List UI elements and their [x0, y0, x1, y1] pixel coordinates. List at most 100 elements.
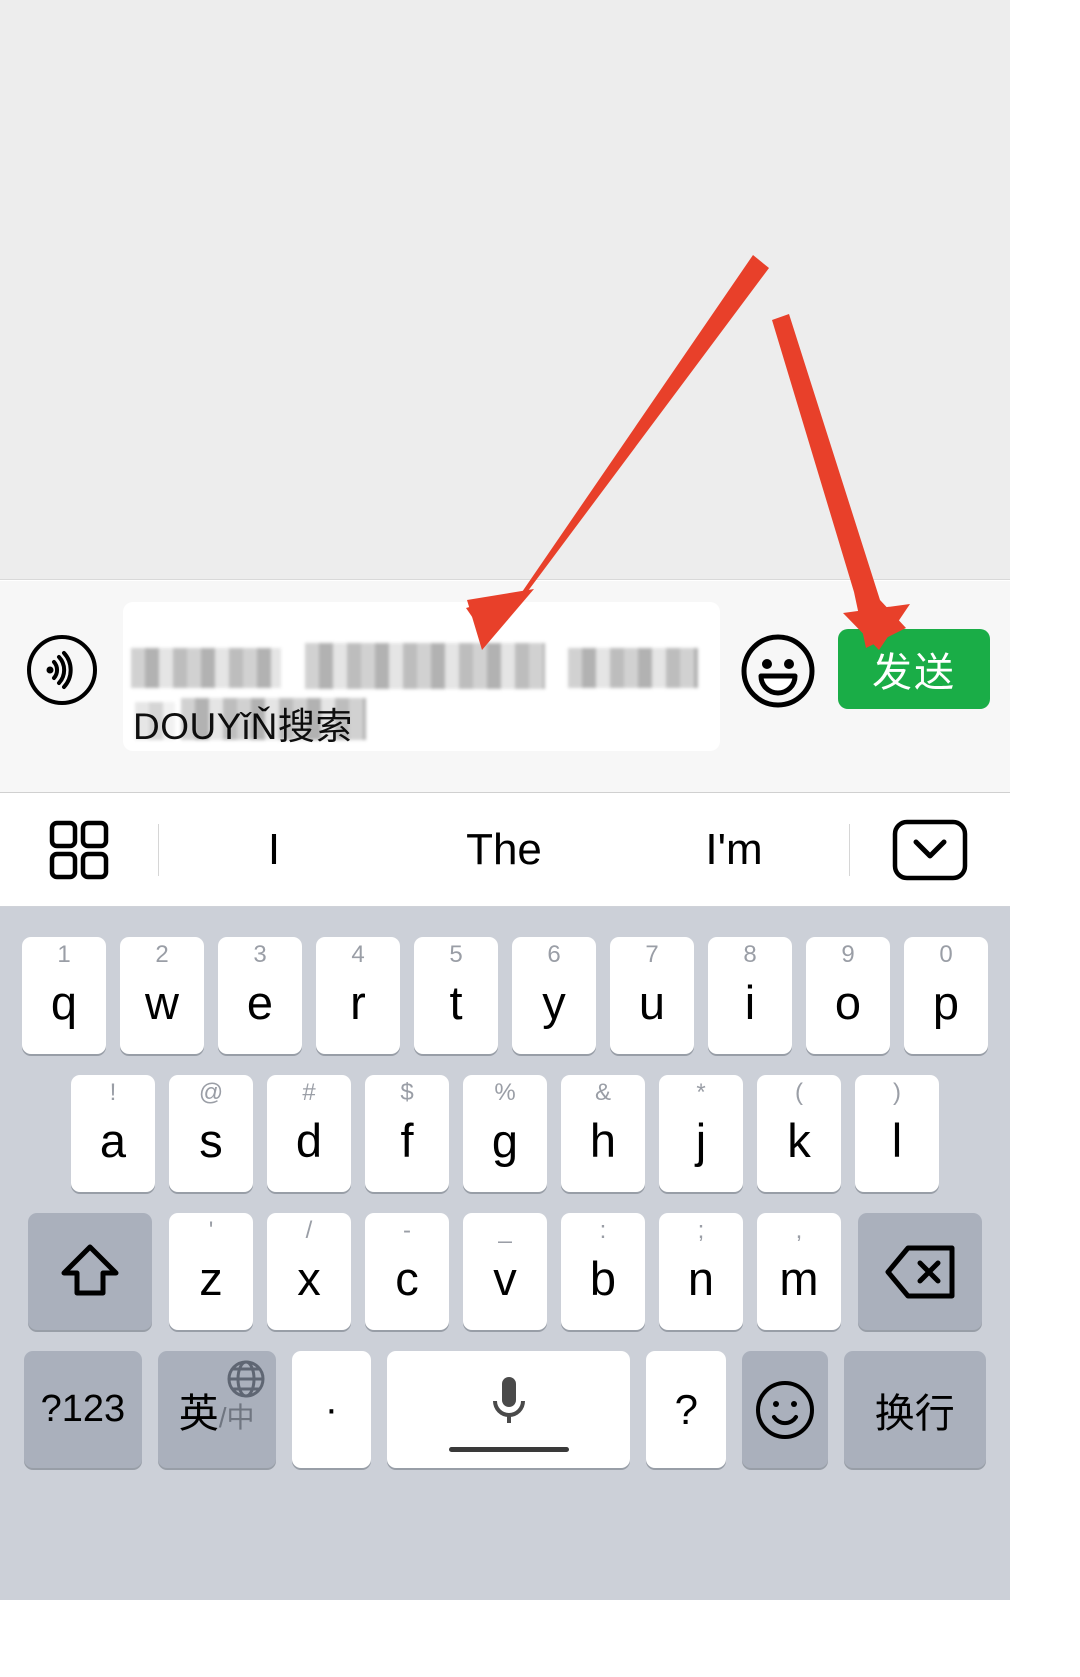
key-d[interactable]: # d [267, 1075, 351, 1192]
key-alt-label: 6 [547, 941, 561, 968]
right-gutter [1010, 0, 1080, 1677]
redaction-block [131, 648, 281, 688]
redaction-block [305, 643, 545, 689]
suggestion-word-2[interactable]: The [389, 825, 619, 875]
key-alt-label: 5 [449, 941, 463, 968]
key-alt-label: 2 [155, 941, 169, 968]
key-label: g [491, 1114, 519, 1167]
lang-separator: / [218, 1401, 227, 1433]
question-mark-key[interactable]: ? [646, 1351, 727, 1468]
key-label: t [449, 976, 463, 1029]
suggestion-word-1[interactable]: I [159, 825, 389, 875]
period-key[interactable]: · [291, 1351, 372, 1468]
key-e[interactable]: 3e [218, 937, 302, 1054]
emoji-picker-button[interactable] [740, 633, 816, 709]
key-g[interactable]: % g [463, 1075, 547, 1192]
microphone-icon [492, 1376, 525, 1423]
key-alt-label: ( [795, 1079, 803, 1106]
smiley-face-icon [741, 634, 815, 708]
key-s[interactable]: @ s [169, 1075, 253, 1192]
key-label: z [199, 1252, 223, 1305]
key-label: f [400, 1114, 414, 1167]
key-alt-label: - [403, 1217, 411, 1244]
key-p[interactable]: 0p [904, 937, 988, 1054]
send-button[interactable]: 发送 [838, 629, 990, 709]
keyboard-apps-button[interactable] [0, 819, 158, 881]
chat-message-area [0, 0, 1010, 580]
key-label: k [787, 1114, 811, 1167]
key-m[interactable]: ,m [757, 1213, 841, 1330]
key-i[interactable]: 8i [708, 937, 792, 1054]
newline-key[interactable]: 换行 [843, 1351, 987, 1468]
message-text-input[interactable]: DOUYǐŇ搜索 [123, 602, 720, 751]
key-alt-label: ; [697, 1217, 705, 1244]
keyboard-row-3: ' z / x -c _ v :b ; n ,m [0, 1213, 1010, 1330]
key-q[interactable]: 1q [22, 937, 106, 1054]
backspace-key[interactable] [858, 1213, 982, 1330]
key-alt-label: $ [400, 1079, 414, 1106]
key-label: m [779, 1252, 819, 1305]
key-o[interactable]: 9o [806, 937, 890, 1054]
key-b[interactable]: :b [561, 1213, 645, 1330]
key-label: s [199, 1114, 223, 1167]
voice-wave-icon [27, 635, 97, 705]
key-label: x [297, 1252, 321, 1305]
space-key[interactable] [387, 1351, 631, 1468]
key-alt-label: 1 [57, 941, 71, 968]
emoji-keyboard-key[interactable] [742, 1351, 828, 1468]
key-alt-label: @ [198, 1079, 224, 1106]
numeric-symbols-key[interactable]: ?123 [24, 1351, 142, 1468]
key-t[interactable]: 5t [414, 937, 498, 1054]
key-alt-label: 3 [253, 941, 267, 968]
key-label: w [145, 976, 179, 1029]
hide-keyboard-button[interactable] [850, 819, 1010, 881]
key-c[interactable]: -c [365, 1213, 449, 1330]
key-f[interactable]: $ f [365, 1075, 449, 1192]
key-label: u [638, 976, 666, 1029]
keyboard-suggestion-bar: I The I'm [0, 794, 1010, 907]
key-a[interactable]: ! a [71, 1075, 155, 1192]
key-alt-label: * [696, 1079, 706, 1106]
globe-icon [227, 1360, 264, 1398]
backspace-delete-icon [885, 1245, 955, 1298]
key-l[interactable]: ) l [855, 1075, 939, 1192]
onscreen-keyboard: 1q 2w 3e 4r 5t 6y 7u 8i 9o 0p ! a @ s # d $… [0, 907, 1010, 1600]
key-alt-label: ' [208, 1217, 214, 1244]
suggestion-word-3[interactable]: I'm [619, 825, 849, 875]
key-alt-label: % [494, 1079, 516, 1106]
redaction-block [135, 702, 175, 740]
key-label: h [589, 1114, 617, 1167]
shift-arrow-up-icon [61, 1244, 119, 1295]
key-r[interactable]: 4r [316, 937, 400, 1054]
grid-apps-icon [49, 820, 109, 880]
key-k[interactable]: (k [757, 1075, 841, 1192]
key-w[interactable]: 2w [120, 937, 204, 1054]
key-label: j [695, 1114, 707, 1167]
key-v[interactable]: _ v [463, 1213, 547, 1330]
key-alt-label: # [302, 1079, 316, 1106]
key-alt-label: 0 [939, 941, 953, 968]
key-label: l [891, 1114, 903, 1167]
key-x[interactable]: / x [267, 1213, 351, 1330]
key-z[interactable]: ' z [169, 1213, 253, 1330]
key-h[interactable]: & h [561, 1075, 645, 1192]
lang-secondary: 中 [226, 1401, 255, 1433]
voice-input-button[interactable] [26, 634, 98, 706]
key-alt-label: & [594, 1079, 611, 1106]
key-label: r [350, 976, 366, 1029]
shift-key[interactable] [28, 1213, 152, 1330]
key-j[interactable]: * j [659, 1075, 743, 1192]
key-alt-label: 4 [351, 941, 365, 968]
key-n[interactable]: ; n [659, 1213, 743, 1330]
key-y[interactable]: 6y [512, 937, 596, 1054]
key-label: i [744, 976, 756, 1029]
space-key-underline [448, 1447, 569, 1452]
key-label: n [687, 1252, 715, 1305]
language-switch-key[interactable]: 英/中 [157, 1351, 276, 1468]
key-label: p [932, 976, 960, 1029]
chevron-down-box-icon [892, 819, 968, 881]
key-u[interactable]: 7u [610, 937, 694, 1054]
key-label: b [589, 1252, 617, 1305]
key-alt-label: : [599, 1217, 607, 1244]
key-label: a [99, 1114, 127, 1167]
